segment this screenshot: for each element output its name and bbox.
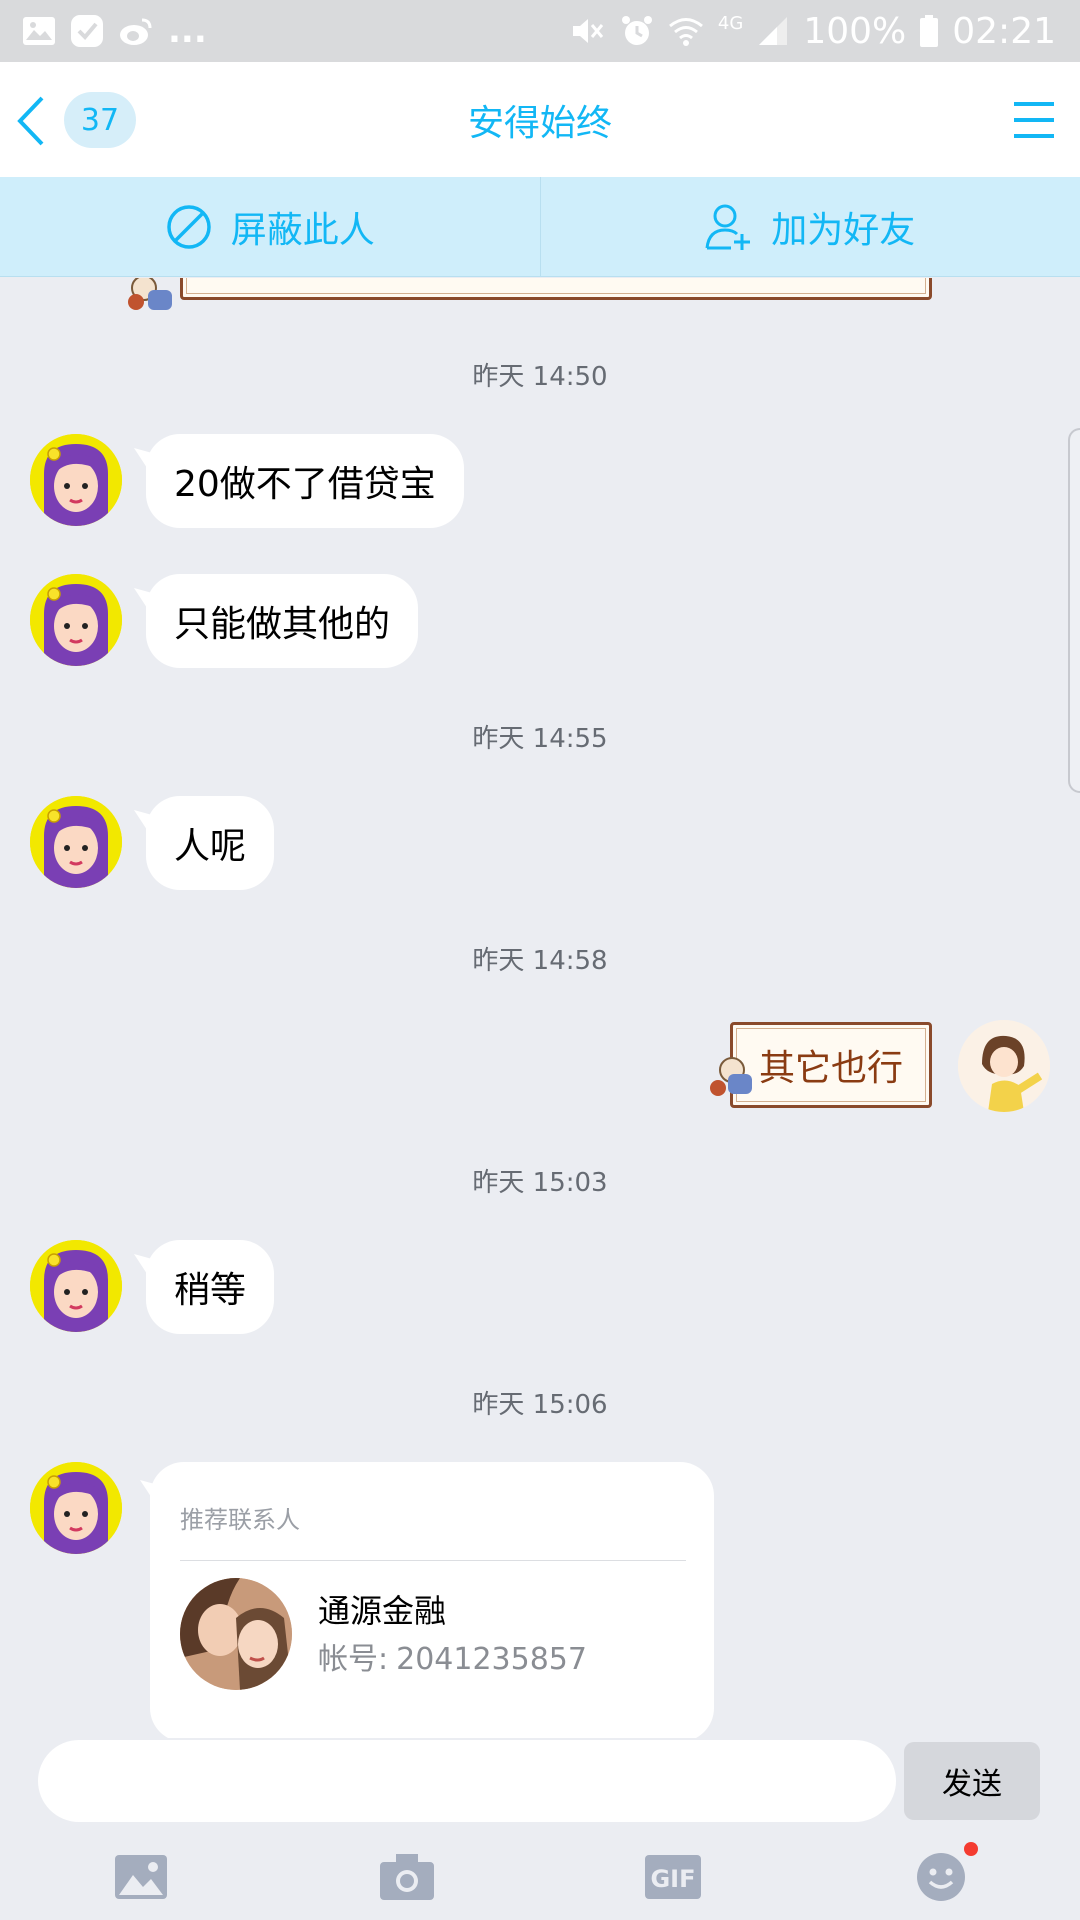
unread-count-badge[interactable]: 37 [64, 92, 136, 148]
send-button[interactable]: 发送 [904, 1742, 1040, 1820]
monk-doll-decoration-icon [708, 1056, 762, 1102]
more-notifications-indicator: ... [168, 11, 207, 51]
account-label: 帐号: [318, 1642, 389, 1677]
recommended-contact-card[interactable]: 推荐联系人 通源金融 帐号: 2041235857 [150, 1462, 714, 1738]
alarm-icon [620, 14, 654, 48]
battery-icon [920, 15, 939, 47]
message-timestamp: 昨天 15:03 [472, 1168, 608, 1198]
card-divider [180, 1560, 686, 1561]
mute-icon [570, 14, 606, 48]
chat-title: 安得始终 [467, 102, 612, 144]
message-timestamp: 昨天 14:55 [472, 724, 608, 754]
back-button[interactable] [12, 94, 52, 148]
input-bar: 发送 GIF [0, 1738, 1080, 1920]
chevron-left-icon [17, 96, 44, 146]
clock: 02:21 [952, 10, 1056, 52]
network-type: 4G [717, 12, 744, 34]
status-bar: ... 4G 100% 02:21 [0, 0, 1080, 62]
incoming-message[interactable]: 稍等 [146, 1240, 275, 1334]
gif-picker-button[interactable]: GIF [642, 1846, 704, 1908]
stranger-action-bar: 屏蔽此人 加为好友 [0, 177, 1080, 277]
gif-icon: GIF [645, 1855, 701, 1899]
cartoon-girl-avatar-icon [958, 1020, 1050, 1112]
message-timestamp: 昨天 14:50 [472, 362, 608, 392]
image-icon [115, 1855, 167, 1899]
contact-avatar[interactable] [30, 1462, 122, 1554]
camera-icon [380, 1854, 434, 1900]
block-icon [166, 204, 211, 249]
input-toolbar: GIF [0, 1842, 1080, 1920]
message-input[interactable] [38, 1740, 896, 1822]
contact-avatar[interactable] [30, 574, 122, 666]
chat-header: 37 安得始终 [0, 62, 1080, 177]
message-timestamp: 昨天 15:06 [472, 1390, 608, 1420]
incoming-message[interactable]: 20做不了借贷宝 [146, 434, 464, 528]
recommended-contact-avatar [180, 1578, 292, 1690]
gallery-notification-icon [22, 16, 56, 46]
battery-percent: 100% [803, 10, 907, 52]
girl-avatar-icon [30, 1240, 122, 1332]
add-person-icon [705, 204, 751, 250]
wifi-icon [668, 15, 704, 47]
add-friend-button[interactable]: 加为好友 [541, 177, 1080, 276]
incoming-message[interactable]: 只能做其他的 [146, 574, 419, 668]
clipped-outgoing-bubble [180, 278, 932, 300]
message-list[interactable]: 昨天 14:50 20做不了借贷宝 只能做其他的 昨天 14:55 人呢 昨天 … [0, 278, 1080, 1738]
block-user-label: 屏蔽此人 [230, 209, 375, 251]
incoming-message[interactable]: 人呢 [146, 796, 275, 890]
emoji-button[interactable] [910, 1842, 978, 1908]
account-number: 2041235857 [396, 1642, 587, 1677]
photo-picker-button[interactable] [110, 1846, 172, 1908]
signal-icon [757, 15, 789, 47]
recommended-contact-name: 通源金融 [318, 1592, 447, 1630]
message-timestamp: 昨天 14:58 [472, 946, 608, 976]
contact-avatar[interactable] [30, 1240, 122, 1332]
girl-avatar-icon [30, 574, 122, 666]
couple-photo-icon [180, 1578, 292, 1690]
add-friend-label: 加为好友 [771, 209, 916, 251]
gif-label: GIF [650, 1865, 695, 1893]
my-avatar[interactable] [958, 1020, 1050, 1112]
smiley-icon [917, 1853, 965, 1901]
menu-button[interactable] [1012, 98, 1056, 142]
check-app-notification-icon [70, 14, 104, 48]
hamburger-menu-icon [1014, 102, 1054, 138]
monk-doll-decoration-icon [126, 278, 180, 318]
new-emoji-dot [964, 1842, 978, 1856]
weibo-notification-icon [118, 16, 154, 46]
card-label: 推荐联系人 [180, 1506, 300, 1534]
block-user-button[interactable]: 屏蔽此人 [0, 177, 540, 276]
contact-avatar[interactable] [30, 434, 122, 526]
girl-avatar-icon [30, 434, 122, 526]
outgoing-message-text: 其它也行 [758, 1048, 903, 1089]
contact-avatar[interactable] [30, 796, 122, 888]
girl-avatar-icon [30, 1462, 122, 1554]
recommended-contact-account: 帐号: 2041235857 [318, 1634, 587, 1678]
camera-button[interactable] [376, 1846, 438, 1908]
girl-avatar-icon [30, 796, 122, 888]
